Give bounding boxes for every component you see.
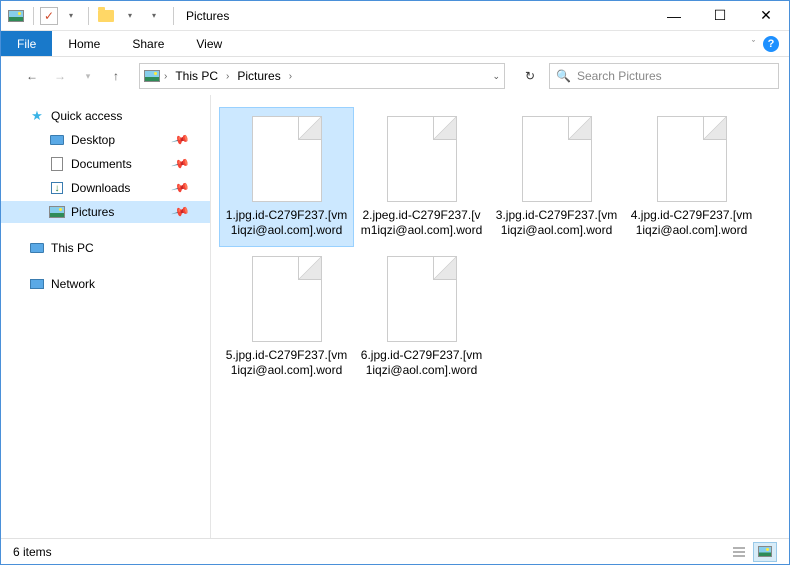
status-bar: 6 items <box>1 538 789 564</box>
maximize-button[interactable]: ☐ <box>697 1 743 31</box>
file-item[interactable]: 4.jpg.id-C279F237.[vm1iqzi@aol.com].word <box>624 107 759 247</box>
navigation-bar: ← → ▾ ↑ › This PC › Pictures › ⌄ ↻ 🔍 Sea… <box>1 57 789 95</box>
file-name: 1.jpg.id-C279F237.[vm1iqzi@aol.com].word <box>224 208 349 238</box>
file-name: 6.jpg.id-C279F237.[vm1iqzi@aol.com].word <box>359 348 484 378</box>
separator <box>88 7 89 25</box>
chevron-right-icon[interactable]: › <box>162 71 169 82</box>
qat-dropdown-icon[interactable]: ▾ <box>119 5 141 27</box>
navigation-pane: ★ Quick access Desktop 📌 Documents 📌 ↓ Downlo… <box>1 95 211 538</box>
thumbnails-view-button[interactable] <box>753 542 777 562</box>
pin-icon: 📌 <box>171 130 191 150</box>
search-placeholder: Search Pictures <box>577 69 662 83</box>
sidebar-item-label: Documents <box>71 157 132 171</box>
file-name: 5.jpg.id-C279F237.[vm1iqzi@aol.com].word <box>224 348 349 378</box>
chevron-right-icon[interactable]: › <box>287 71 294 82</box>
file-icon <box>252 256 322 342</box>
tab-home[interactable]: Home <box>52 31 116 56</box>
title-bar: ✓ ▾ ▾ ▾ Pictures — ☐ ✕ <box>1 1 789 31</box>
file-name: 2.jpeg.id-C279F237.[vm1iqzi@aol.com].wor… <box>359 208 484 238</box>
body: ★ Quick access Desktop 📌 Documents 📌 ↓ Downlo… <box>1 95 789 538</box>
separator <box>33 7 34 25</box>
minimize-button[interactable]: — <box>651 1 697 31</box>
item-count: 6 items <box>13 545 52 559</box>
sidebar-item-downloads[interactable]: ↓ Downloads 📌 <box>1 177 210 199</box>
file-item[interactable]: 1.jpg.id-C279F237.[vm1iqzi@aol.com].word <box>219 107 354 247</box>
computer-icon <box>29 240 45 256</box>
pin-icon: 📌 <box>171 202 191 222</box>
file-list[interactable]: 1.jpg.id-C279F237.[vm1iqzi@aol.com].word… <box>211 95 789 538</box>
file-icon <box>387 256 457 342</box>
search-icon: 🔍 <box>556 69 571 83</box>
file-icon <box>522 116 592 202</box>
app-icon[interactable] <box>5 5 27 27</box>
close-button[interactable]: ✕ <box>743 1 789 31</box>
sidebar-item-label: Pictures <box>71 205 114 219</box>
file-item[interactable]: 5.jpg.id-C279F237.[vm1iqzi@aol.com].word <box>219 247 354 387</box>
file-icon <box>387 116 457 202</box>
address-dropdown-icon[interactable]: ⌄ <box>492 71 500 82</box>
breadcrumb-this-pc[interactable]: This PC <box>171 69 222 83</box>
back-button[interactable]: ← <box>21 65 43 87</box>
tab-view[interactable]: View <box>180 31 238 56</box>
breadcrumb-pictures[interactable]: Pictures <box>233 69 284 83</box>
ribbon: File Home Share View ˇ ? <box>1 31 789 57</box>
sidebar-item-desktop[interactable]: Desktop 📌 <box>1 129 210 151</box>
thumbnail-icon <box>758 546 772 557</box>
sidebar-quick-access[interactable]: ★ Quick access <box>1 105 210 127</box>
pin-icon: 📌 <box>171 178 191 198</box>
location-icon <box>144 70 160 82</box>
sidebar-item-pictures[interactable]: Pictures 📌 <box>1 201 210 223</box>
window-title: Pictures <box>186 9 229 23</box>
folder-icon[interactable] <box>95 5 117 27</box>
file-icon <box>252 116 322 202</box>
file-item[interactable]: 6.jpg.id-C279F237.[vm1iqzi@aol.com].word <box>354 247 489 387</box>
file-item[interactable]: 3.jpg.id-C279F237.[vm1iqzi@aol.com].word <box>489 107 624 247</box>
quick-access-toolbar: ✓ ▾ ▾ ▾ <box>1 5 169 27</box>
down-icon: ↓ <box>49 180 65 196</box>
file-menu[interactable]: File <box>1 31 52 56</box>
file-icon <box>657 116 727 202</box>
file-name: 3.jpg.id-C279F237.[vm1iqzi@aol.com].word <box>494 208 619 238</box>
sidebar-network[interactable]: Network <box>1 273 210 295</box>
separator <box>173 7 174 25</box>
star-icon: ★ <box>29 108 45 124</box>
recent-locations-icon[interactable]: ▾ <box>77 65 99 87</box>
pin-icon: 📌 <box>171 154 191 174</box>
sidebar-item-label: Quick access <box>51 109 122 123</box>
sidebar-item-label: Desktop <box>71 133 115 147</box>
overflow-icon[interactable]: ▾ <box>143 5 165 27</box>
window-controls: — ☐ ✕ <box>651 1 789 31</box>
sidebar-item-label: Downloads <box>71 181 130 195</box>
sidebar-item-label: This PC <box>51 241 94 255</box>
chevron-right-icon[interactable]: › <box>224 71 231 82</box>
sidebar-item-label: Network <box>51 277 95 291</box>
search-input[interactable]: 🔍 Search Pictures <box>549 63 779 89</box>
refresh-button[interactable]: ↻ <box>517 63 543 89</box>
address-bar[interactable]: › This PC › Pictures › ⌄ <box>139 63 505 89</box>
sidebar-item-documents[interactable]: Documents 📌 <box>1 153 210 175</box>
list-icon <box>732 546 746 558</box>
tab-share[interactable]: Share <box>116 31 180 56</box>
monitor-icon <box>49 132 65 148</box>
minimize-ribbon-icon[interactable]: ˇ <box>752 39 755 49</box>
up-button[interactable]: ↑ <box>105 65 127 87</box>
network-icon <box>29 276 45 292</box>
pic-icon <box>49 204 65 220</box>
doc-icon <box>49 156 65 172</box>
qat-dropdown-icon[interactable]: ▾ <box>60 5 82 27</box>
properties-icon[interactable]: ✓ <box>40 7 58 25</box>
forward-button[interactable]: → <box>49 65 71 87</box>
help-icon[interactable]: ? <box>763 36 779 52</box>
file-name: 4.jpg.id-C279F237.[vm1iqzi@aol.com].word <box>629 208 754 238</box>
sidebar-this-pc[interactable]: This PC <box>1 237 210 259</box>
file-item[interactable]: 2.jpeg.id-C279F237.[vm1iqzi@aol.com].wor… <box>354 107 489 247</box>
details-view-button[interactable] <box>727 542 751 562</box>
